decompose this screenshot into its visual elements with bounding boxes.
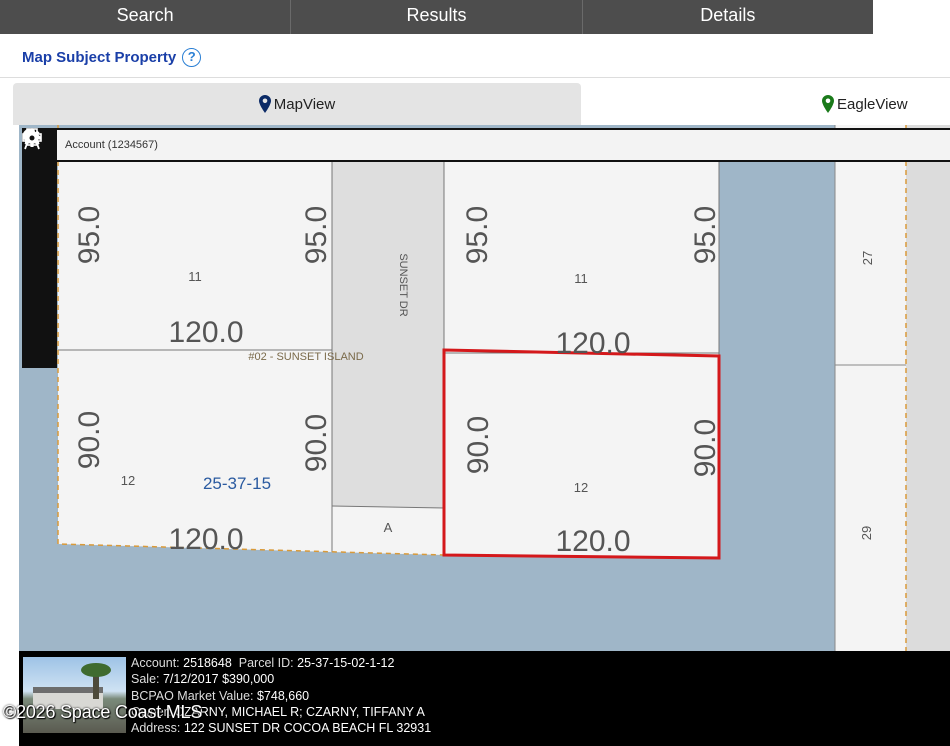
- sale-value: 7/12/2017 $390,000: [162, 672, 275, 687]
- dim-ll-right: 90.0: [300, 414, 333, 472]
- map-toolbar: [22, 128, 57, 368]
- account-line: Account: 2518648 Parcel ID: 25-37-15-02-…: [131, 656, 395, 670]
- dim-ul-left: 95.0: [73, 206, 106, 264]
- property-info-panel: Account: 2518648 Parcel ID: 25-37-15-02-…: [19, 651, 950, 746]
- dim-ul-right: 95.0: [300, 206, 333, 264]
- right-lot-column: [835, 125, 906, 651]
- dim-lr-right: 90.0: [689, 419, 722, 477]
- zoom-in-icon[interactable]: [22, 129, 57, 194]
- divider: [0, 77, 950, 78]
- right-lot-29: 29: [859, 526, 874, 540]
- section-label: 25-37-15: [203, 474, 271, 493]
- map-subject-label: Map Subject Property: [22, 49, 177, 66]
- tab-eagleview[interactable]: EagleView: [760, 83, 950, 125]
- copyright-watermark: ©2026 Space Coast MLS: [3, 702, 203, 722]
- owner-value: CZARNY, MICHAEL R; CZARNY, TIFFANY A: [174, 704, 425, 719]
- top-navigation: Search Results Details: [0, 0, 873, 34]
- tab-results[interactable]: Results: [291, 0, 583, 34]
- zoom-out-icon[interactable]: [22, 134, 57, 260]
- parcel-value: 25-37-15-02-1-12: [297, 656, 395, 670]
- account-bar: Account (1234567): [57, 128, 950, 162]
- help-icon[interactable]: ?: [182, 48, 202, 67]
- parcel-map[interactable]: 120.0 95.0 95.0 11 120.0 95.0 95.0 11 12…: [19, 125, 950, 746]
- mapview-label: MapView: [273, 95, 336, 113]
- dim-ll-left: 90.0: [73, 411, 106, 469]
- tract-label: A: [384, 520, 393, 535]
- tab-details[interactable]: Details: [583, 0, 873, 34]
- subdivision-label: #02 - SUNSET ISLAND: [248, 351, 363, 363]
- dim-lr-left: 90.0: [462, 416, 495, 474]
- market-value: $748,660: [256, 688, 310, 703]
- property-details: Account: 2518648 Parcel ID: 25-37-15-02-…: [131, 655, 431, 736]
- tab-search[interactable]: Search: [0, 0, 292, 34]
- lot-ur-number: 11: [574, 271, 588, 286]
- sale-line: Sale: 7/12/2017 $390,000: [131, 672, 275, 687]
- settings-icon[interactable]: [22, 129, 57, 359]
- dim-ur-right: 95.0: [689, 206, 722, 264]
- far-right-parcel: [906, 125, 950, 651]
- print-icon[interactable]: [22, 128, 57, 326]
- street-label: SUNSET DR: [397, 253, 409, 316]
- dim-ll-bottom: 120.0: [168, 523, 243, 556]
- lot-ll-number: 12: [121, 473, 135, 488]
- lot-ul-number: 11: [188, 269, 202, 284]
- address-value: 122 SUNSET DR COCOA BEACH FL 32931: [183, 721, 432, 736]
- eagleview-label: EagleView: [837, 95, 908, 113]
- tab-mapview[interactable]: MapView: [13, 83, 581, 125]
- sunset-dr-road: [332, 155, 444, 508]
- account-value: 2518648: [183, 656, 232, 670]
- eagle-pin-icon: [822, 95, 834, 113]
- map-subject-heading: Map Subject Property ?: [22, 48, 202, 67]
- measure-icon[interactable]: [22, 128, 57, 293]
- home-icon[interactable]: [22, 129, 57, 227]
- dim-ul-bottom: 120.0: [168, 316, 243, 349]
- dim-lr-bottom: 120.0: [555, 525, 630, 558]
- dim-ur-bottom: 120.0: [555, 327, 630, 360]
- dim-ur-left: 95.0: [461, 206, 494, 264]
- map-pin-icon: [258, 95, 271, 113]
- lot-lr-number: 12: [574, 480, 588, 495]
- right-lot-27: 27: [860, 251, 875, 265]
